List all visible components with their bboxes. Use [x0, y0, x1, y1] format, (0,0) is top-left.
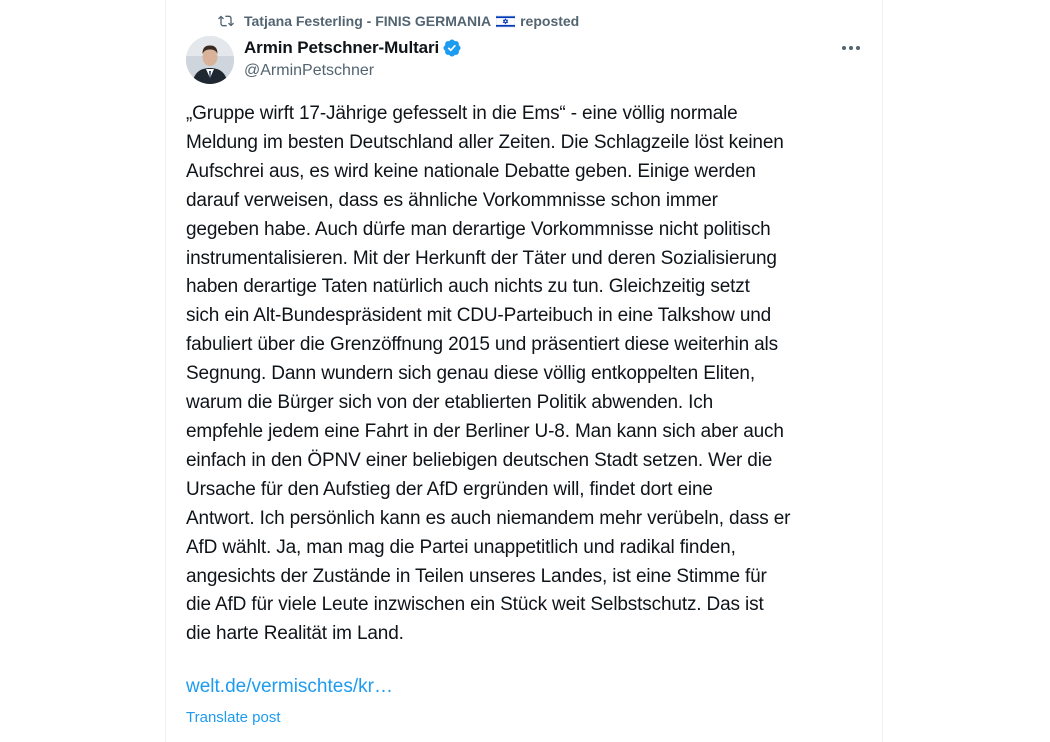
post-text-line: Antwort. Ich persönlich kann es auch nie… [186, 507, 791, 529]
author-name[interactable]: Armin Petschner-Multari [244, 38, 439, 58]
post-text-line: „Gruppe wirft 17-Jährige gefesselt in di… [186, 103, 738, 124]
repost-header: Tatjana Festerling - FINIS GERMANIA repo… [218, 12, 579, 30]
post-text-line: warum die Bürger sich von der etablierte… [186, 392, 714, 414]
post-text-line: angesichts der Zustände in Teilen unsere… [186, 565, 767, 587]
post-text: „Gruppe wirft 17-Jährige gefesselt in di… [186, 100, 876, 649]
post-text-line: die harte Realität im Land. [186, 623, 404, 645]
post-card[interactable]: Tatjana Festerling - FINIS GERMANIA repo… [165, 0, 883, 742]
more-options-icon [841, 38, 861, 56]
post-text-line: Segnung. Dann wundern sich genau diese v… [186, 363, 755, 385]
post-text-line: darauf verweisen, dass es ähnliche Vorko… [186, 189, 718, 211]
post-text-line: gegeben habe. Auch dürfe man derartige V… [186, 218, 771, 240]
post-text-line: einfach in den ÖPNV einer beliebigen deu… [186, 449, 773, 471]
translate-post-link[interactable]: Translate post [186, 709, 281, 726]
post-text-line: Meldung im besten Deutschland aller Zeit… [186, 131, 784, 153]
post-text-line: empfehle jedem eine Fahrt in der Berline… [186, 420, 784, 442]
israel-flag-icon [495, 14, 516, 28]
post-text-line: AfD wählt. Ja, man mag die Partei unappe… [186, 536, 736, 558]
author-avatar[interactable] [186, 36, 234, 84]
author-handle[interactable]: @ArminPetschner [244, 62, 374, 80]
post-text-line: instrumentalisieren. Mit der Herkunft de… [186, 247, 777, 269]
author-name-row: Armin Petschner-Multari [244, 37, 462, 59]
post-text-line: die AfD für viele Leute inzwischen ein S… [186, 594, 764, 616]
repost-icon [218, 13, 234, 29]
repost-action-label: reposted [520, 13, 580, 29]
article-link[interactable]: welt.de/vermischtes/kr… [186, 676, 393, 698]
repost-user-name[interactable]: Tatjana Festerling - FINIS GERMANIA [244, 13, 491, 29]
verified-badge-icon[interactable] [442, 38, 462, 58]
post-text-line: Aufschrei aus, es wird keine nationale D… [186, 160, 756, 182]
post-text-line: Ursache für den Aufstieg der AfD ergründ… [186, 478, 713, 500]
post-text-line: sich ein Alt-Bundespräsident mit CDU-Par… [186, 305, 772, 327]
post-text-line: fabuliert über die Grenzöffnung 2015 und… [186, 334, 778, 356]
post-text-line: haben derartige Taten natürlich auch nic… [186, 276, 750, 298]
more-options-button[interactable] [838, 36, 864, 58]
